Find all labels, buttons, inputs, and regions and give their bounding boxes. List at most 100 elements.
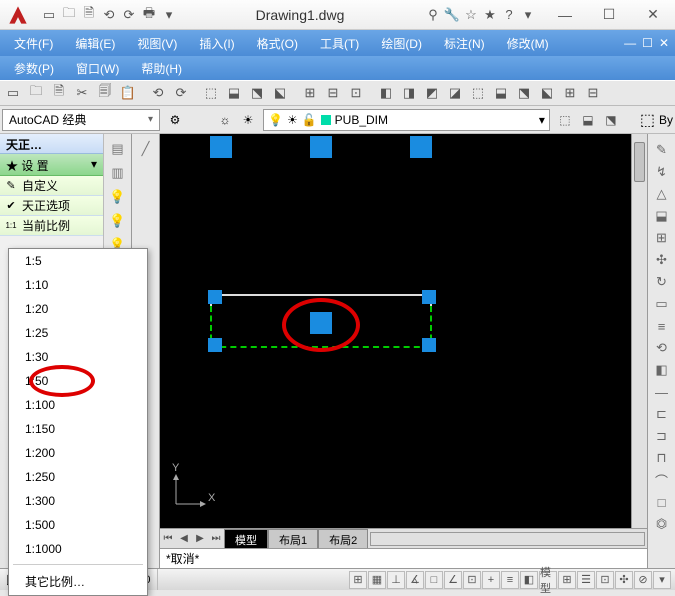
qat-new-icon[interactable]: ▭	[40, 4, 58, 26]
tool-icon[interactable]: 🗎	[48, 82, 70, 104]
layer-off-icon[interactable]: ☀	[237, 109, 259, 131]
ducs-toggle[interactable]: ⊡	[463, 571, 481, 589]
tool-icon[interactable]: ⬔	[246, 82, 268, 104]
menu-param[interactable]: 参数(P)	[4, 56, 64, 81]
layer-tool-icon[interactable]: ⬚	[554, 109, 576, 131]
maximize-button[interactable]: ☐	[587, 0, 631, 30]
tab-nav-next-icon[interactable]: ▶	[192, 533, 208, 544]
status-icon[interactable]: ☰	[577, 571, 595, 589]
menu-help[interactable]: 帮助(H)	[131, 56, 192, 81]
scale-option[interactable]: 1:250	[9, 465, 147, 489]
minimize-button[interactable]: —	[543, 0, 587, 30]
rtool-icon[interactable]: ⊏	[651, 404, 673, 424]
tool-icon[interactable]: ◧	[375, 82, 397, 104]
tab-layout2[interactable]: 布局2	[318, 529, 368, 550]
grip-handle[interactable]	[208, 338, 222, 352]
star-icon[interactable]: ☆	[462, 5, 480, 25]
menu-window[interactable]: 窗口(W)	[66, 56, 129, 81]
rtool-icon[interactable]: □	[651, 492, 673, 512]
status-icon[interactable]: ⊞	[558, 571, 576, 589]
rtool-icon[interactable]: ⟲	[651, 338, 673, 358]
bulb-icon[interactable]: 💡	[107, 210, 129, 232]
qat-undo-icon[interactable]: ⟲	[100, 4, 118, 26]
rtool-icon[interactable]: ⊞	[651, 228, 673, 248]
qat-dropdown-icon[interactable]: ▾	[160, 4, 178, 26]
rtool-icon[interactable]: ✎	[651, 140, 673, 160]
close-button[interactable]: ✕	[631, 0, 675, 30]
menu-dimension[interactable]: 标注(N)	[434, 31, 495, 56]
layer-dropdown[interactable]: 💡 ☀ 🔓 PUB_DIM ▾	[263, 109, 550, 131]
menu-draw[interactable]: 绘图(D)	[371, 31, 432, 56]
scale-option[interactable]: 1:10	[9, 273, 147, 297]
grip-handle[interactable]	[208, 290, 222, 304]
lw-toggle[interactable]: ≡	[501, 571, 519, 589]
osnap-toggle[interactable]: □	[425, 571, 443, 589]
grip-handle[interactable]	[210, 136, 232, 158]
model-toggle[interactable]: 模型	[539, 571, 557, 589]
menu-view[interactable]: 视图(V)	[127, 31, 187, 56]
menu-insert[interactable]: 插入(I)	[189, 31, 244, 56]
rtool-icon[interactable]: ↻	[651, 272, 673, 292]
tool-icon[interactable]: ⊟	[582, 82, 604, 104]
panel-group-settings[interactable]: ★ 设 置 ▾	[0, 154, 103, 176]
polar-toggle[interactable]: ∡	[406, 571, 424, 589]
tab-nav-last-icon[interactable]: ⏭	[208, 533, 224, 544]
tool-icon[interactable]: ⟳	[170, 82, 192, 104]
tab-model[interactable]: 模型	[224, 529, 268, 550]
tool-icon[interactable]: ◩	[421, 82, 443, 104]
grid-toggle[interactable]: ▦	[368, 571, 386, 589]
drawing-canvas[interactable]: Y X	[160, 134, 647, 528]
tool-icon[interactable]: 📋	[117, 82, 139, 104]
scale-option[interactable]: 1:1000	[9, 537, 147, 561]
search-icon[interactable]: ⚲	[424, 5, 442, 25]
menu-file[interactable]: 文件(F)	[4, 31, 63, 56]
menu-edit[interactable]: 编辑(E)	[65, 31, 125, 56]
scale-option[interactable]: 1:200	[9, 441, 147, 465]
panel-item-scale[interactable]: 1:1 当前比例	[0, 216, 103, 236]
tab-nav-first-icon[interactable]: ⏮	[160, 533, 176, 544]
grip-handle[interactable]	[410, 136, 432, 158]
scale-option[interactable]: 1:20	[9, 297, 147, 321]
scale-option-other[interactable]: 其它比例…	[9, 568, 147, 595]
grip-handle[interactable]	[310, 136, 332, 158]
tool-icon[interactable]: ⊞	[299, 82, 321, 104]
tool-icon[interactable]: ✂	[71, 82, 93, 104]
rtool-icon[interactable]: ≡	[651, 316, 673, 336]
menu-modify[interactable]: 修改(M)	[497, 31, 559, 56]
menu-tools[interactable]: 工具(T)	[310, 31, 369, 56]
status-icon[interactable]: ✣	[615, 571, 633, 589]
qat-print-icon[interactable]: 🖶	[140, 4, 158, 26]
dyn-toggle[interactable]: +	[482, 571, 500, 589]
rtool-icon[interactable]: ◧	[651, 360, 673, 380]
scale-option[interactable]: 1:100	[9, 393, 147, 417]
horizontal-scrollbar[interactable]	[370, 532, 645, 546]
tool-icon[interactable]: ⬔	[513, 82, 535, 104]
stack-icon[interactable]: ▥	[107, 162, 129, 184]
panel-item-custom[interactable]: ✎ 自定义	[0, 176, 103, 196]
layer-prop-icon[interactable]: ☼	[214, 109, 236, 131]
wrench-icon[interactable]: 🔧	[443, 5, 461, 25]
status-icon[interactable]: ▾	[653, 571, 671, 589]
tool-icon[interactable]: ◨	[398, 82, 420, 104]
rtool-icon[interactable]: —	[651, 382, 673, 402]
ortho-toggle[interactable]: ⊥	[387, 571, 405, 589]
rtool-icon[interactable]: △	[651, 184, 673, 204]
tool-icon[interactable]: 🗐	[94, 82, 116, 104]
tool-icon[interactable]: ⬚	[200, 82, 222, 104]
tab-layout1[interactable]: 布局1	[268, 529, 318, 550]
qat-open-icon[interactable]: 🗀	[60, 4, 78, 26]
layer-tool-icon[interactable]: ⬔	[600, 109, 622, 131]
status-icon[interactable]: ⊘	[634, 571, 652, 589]
tool-icon[interactable]: ⬕	[269, 82, 291, 104]
tool-icon[interactable]: ⊡	[345, 82, 367, 104]
rtool-icon[interactable]: ⊐	[651, 426, 673, 446]
menu-format[interactable]: 格式(O)	[247, 31, 308, 56]
tool-icon[interactable]: ◪	[444, 82, 466, 104]
tool-icon[interactable]: ⬚	[467, 82, 489, 104]
scale-option[interactable]: 1:25	[9, 321, 147, 345]
help-icon[interactable]: ?	[500, 5, 518, 25]
otrack-toggle[interactable]: ∠	[444, 571, 462, 589]
scale-option[interactable]: 1:5	[9, 249, 147, 273]
panel-header[interactable]: 天正…	[0, 134, 103, 154]
doc-close-button[interactable]: ✕	[657, 34, 671, 52]
